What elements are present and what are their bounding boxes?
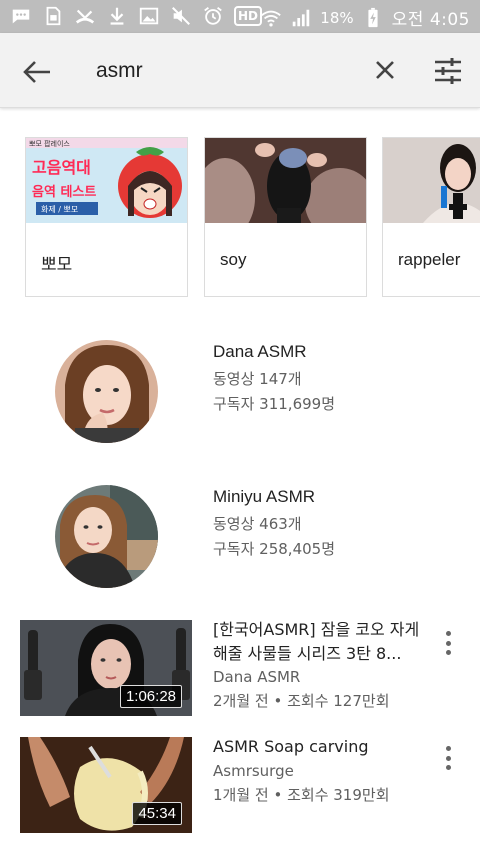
missed-call-icon [74, 5, 96, 27]
image-icon [138, 5, 160, 27]
signal-icon [290, 7, 312, 29]
video-title: ASMR Soap carving [213, 737, 369, 756]
download-icon [106, 5, 128, 27]
filter-button[interactable] [432, 55, 464, 87]
channel-avatar [55, 485, 158, 588]
back-button[interactable] [20, 57, 54, 87]
channel-subscribers: 구독자 311,699명 [213, 395, 335, 413]
playlist-thumbnail [205, 138, 366, 223]
channel-name: Dana ASMR [213, 342, 307, 361]
hd-icon: HD [234, 6, 263, 26]
playlist-card[interactable]: rappeler [382, 137, 480, 297]
clear-search-button[interactable] [372, 57, 398, 83]
video-duration: 45:34 [132, 802, 182, 825]
playlist-title: soy [220, 250, 247, 269]
chat-icon [10, 5, 32, 27]
thumb-text-2: 음역 테스트 [32, 184, 96, 200]
sim-icon [42, 5, 64, 27]
channel-subscribers: 구독자 258,405명 [213, 540, 335, 558]
video-channel-name: Asmrsurge [213, 762, 294, 780]
wifi-icon [260, 7, 282, 29]
battery-percent: 18% [320, 8, 354, 27]
thumb-tag: 화제 / 뽀모 [41, 205, 78, 214]
more-vert-icon-dot [445, 755, 451, 761]
channel-video-count: 동영상 147개 [213, 370, 302, 388]
video-meta: 1개월 전 • 조회수 319만회 [213, 786, 390, 804]
playlist-title: 뽀모 [41, 255, 73, 274]
status-bar: HD 18% 오전 4:05 [0, 0, 480, 33]
battery-charging-icon [362, 7, 384, 29]
playlist-title: rappeler [398, 250, 461, 269]
mute-icon [170, 5, 192, 27]
more-options-button[interactable] [440, 628, 456, 658]
search-bar: asmr [0, 33, 480, 108]
video-meta: 2개월 전 • 조회수 127만회 [213, 692, 390, 710]
channel-video-count: 동영상 463개 [213, 515, 302, 533]
thumb-header-text: 뽀모 팝레이스 [29, 139, 70, 148]
playlist-thumbnail: 뽀모 팝레이스 고음역대 음역 테스트 화제 / 뽀모 [26, 138, 187, 223]
playlist-thumbnail [383, 138, 480, 223]
thumb-text-1: 고음역대 [32, 158, 91, 177]
video-duration: 1:06:28 [119, 685, 182, 708]
channel-row[interactable]: Dana ASMR 동영상 147개 구독자 311,699명 [0, 330, 480, 450]
arrow-back-icon [23, 61, 50, 83]
video-row[interactable]: 1:06:28 [한국어ASMR] 잠을 코오 자게 해줄 사물들 시리즈 3탄… [0, 618, 480, 718]
playlist-carousel: 뽀모 팝레이스 고음역대 음역 테스트 화제 / 뽀모 뽀모 soy rappe… [25, 137, 480, 297]
search-input[interactable]: asmr [96, 59, 143, 83]
more-vert-icon-dot [445, 650, 451, 655]
channel-name: Miniyu ASMR [213, 487, 316, 506]
video-channel-name: Dana ASMR [213, 668, 301, 686]
more-vert-icon-dot [445, 765, 451, 770]
video-row[interactable]: 45:34 ASMR Soap carving Asmrsurge 1개월 전 … [0, 735, 480, 835]
channel-row[interactable]: Miniyu ASMR 동영상 463개 구독자 258,405명 [0, 475, 480, 595]
close-icon [376, 61, 394, 79]
more-options-button[interactable] [440, 743, 456, 773]
playlist-card[interactable]: 뽀모 팝레이스 고음역대 음역 테스트 화제 / 뽀모 뽀모 [25, 137, 188, 297]
filter-sliders-icon [435, 58, 461, 84]
more-vert-icon-dot [445, 640, 451, 646]
more-vert-icon-dot [445, 746, 451, 751]
playlist-card[interactable]: soy [204, 137, 367, 297]
video-thumbnail[interactable]: 45:34 [20, 737, 192, 833]
clock: 오전 4:05 [391, 10, 470, 30]
alarm-icon [202, 5, 224, 27]
more-vert-icon-dot [445, 631, 451, 636]
channel-avatar [55, 340, 158, 443]
video-thumbnail[interactable]: 1:06:28 [20, 620, 192, 716]
video-title: [한국어ASMR] 잠을 코오 자게 해줄 사물들 시리즈 3탄 8... [213, 620, 420, 663]
